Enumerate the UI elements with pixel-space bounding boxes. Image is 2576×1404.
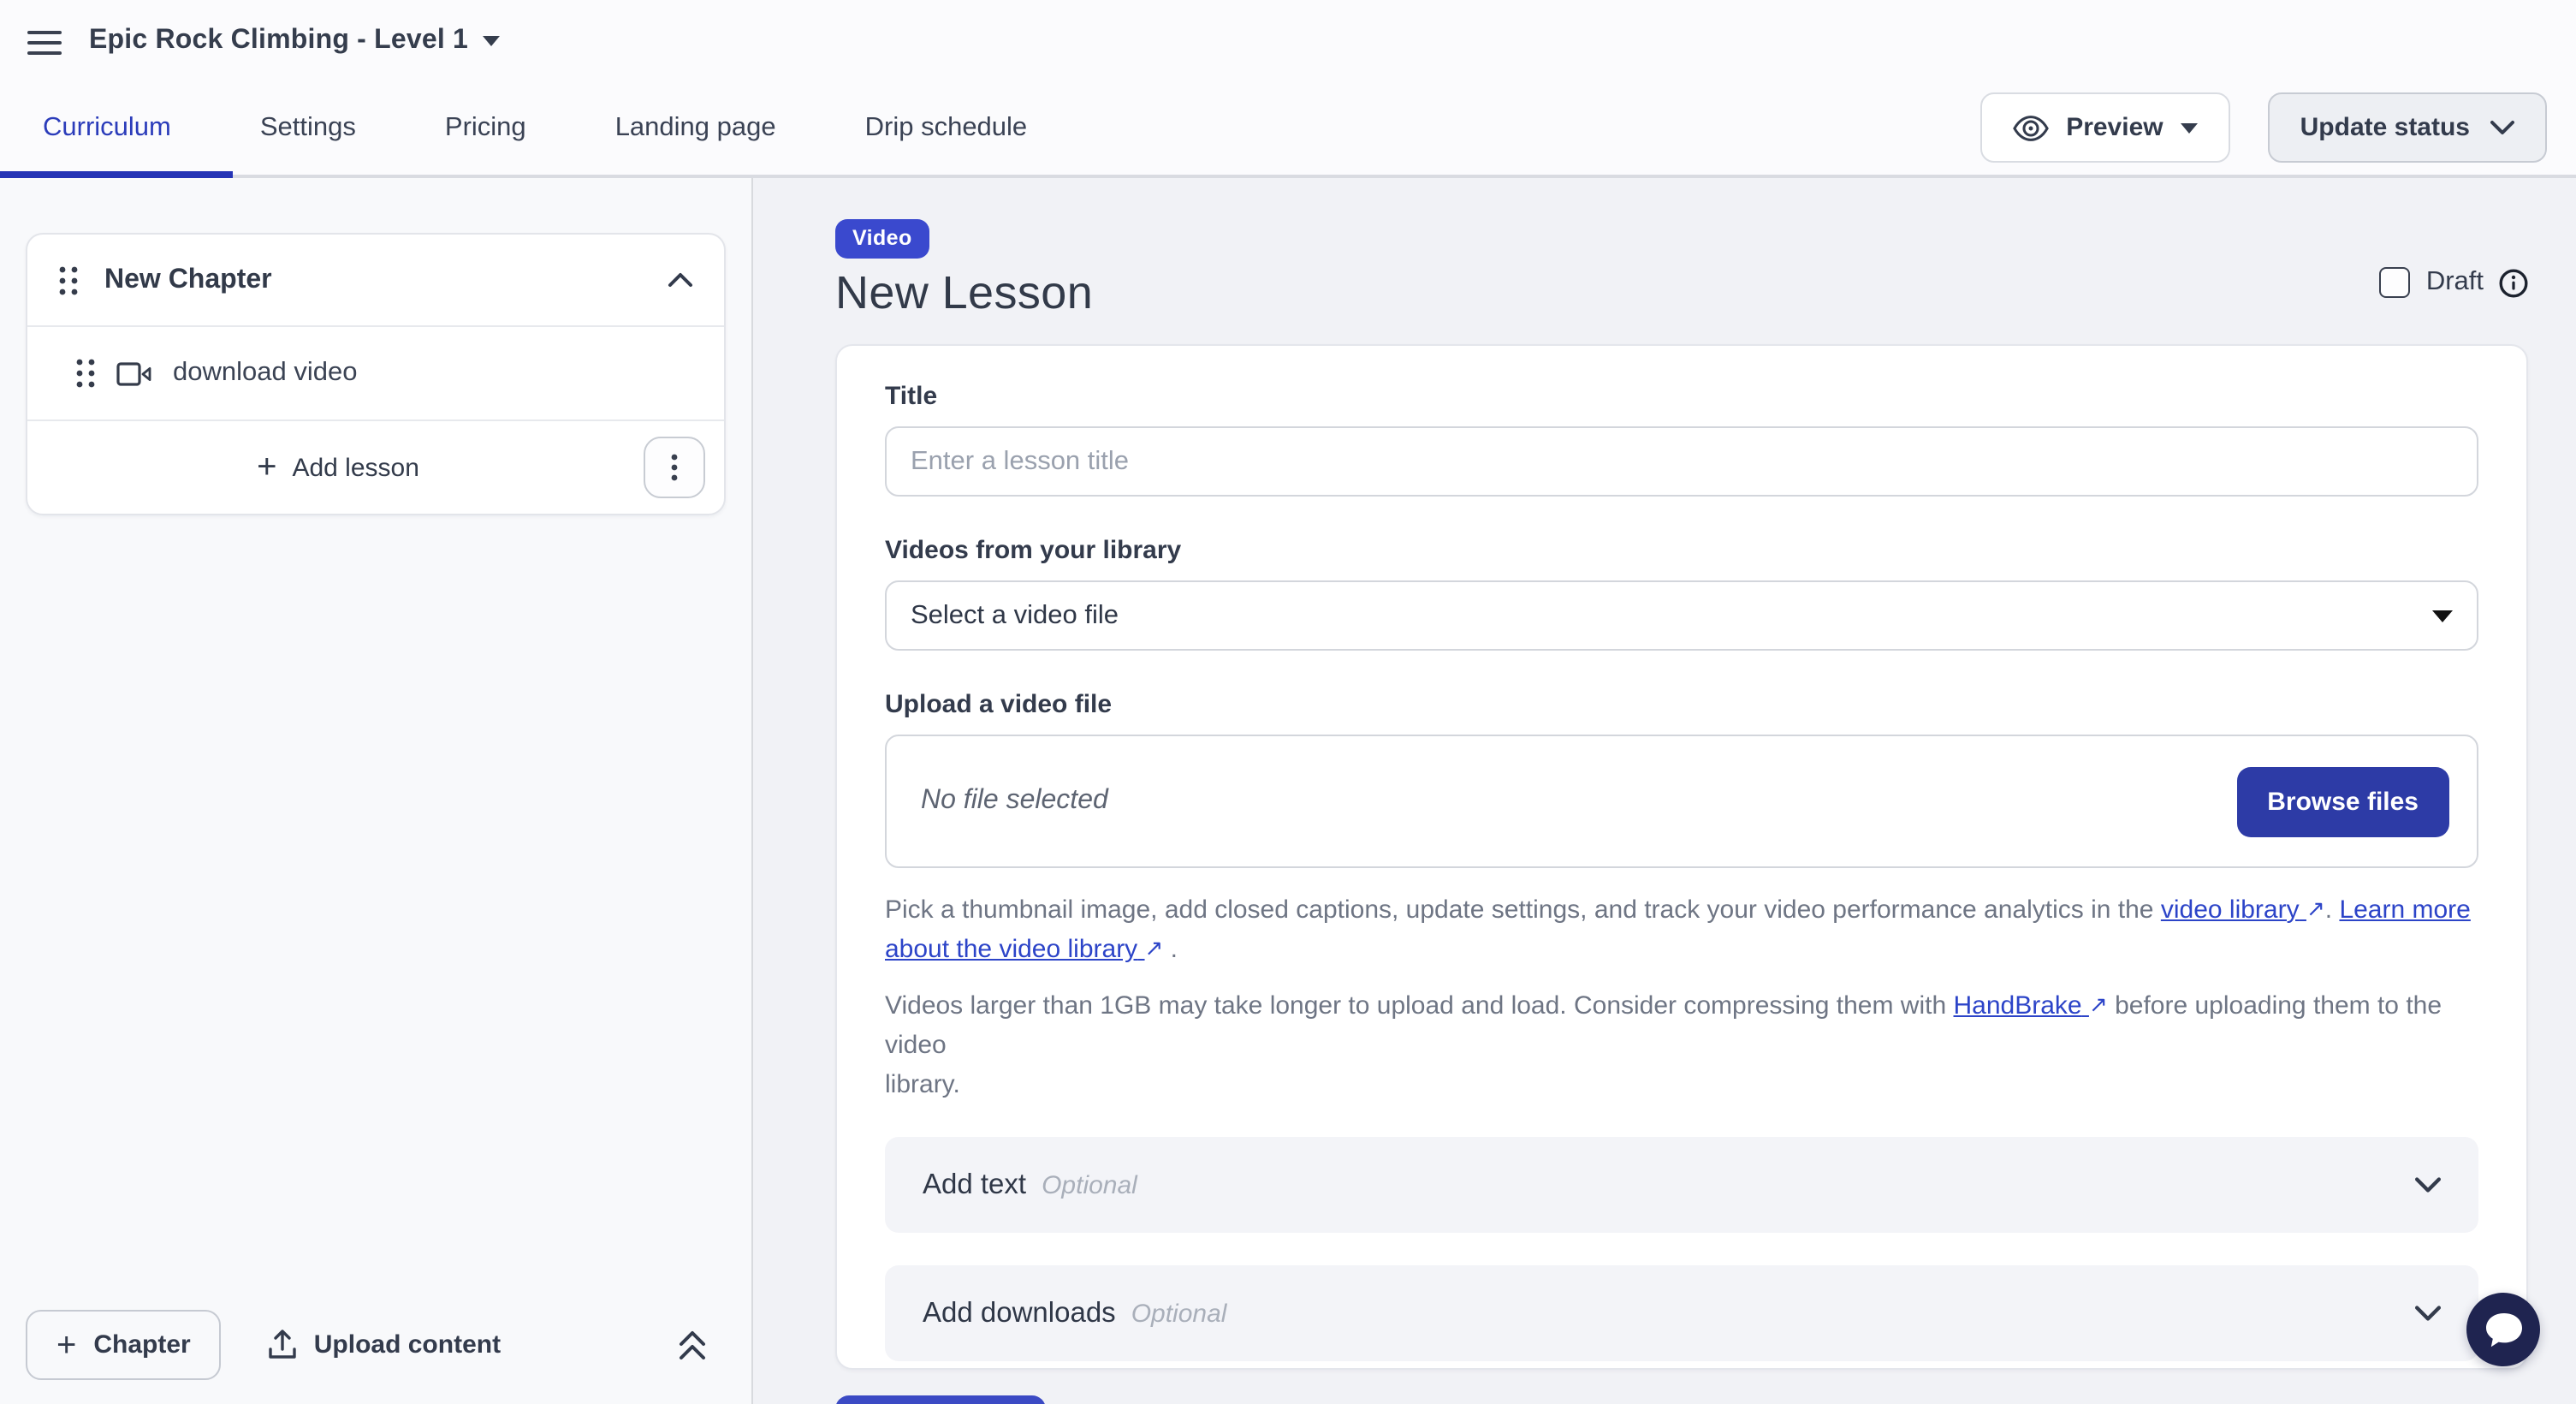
video-library-select-value: Select a video file bbox=[911, 600, 1119, 631]
plus-icon: + bbox=[257, 450, 276, 485]
video-library-link[interactable]: video library ↗ bbox=[2161, 895, 2325, 925]
tab-drip-schedule[interactable]: Drip schedule bbox=[821, 80, 1072, 175]
chat-bubble-icon bbox=[2483, 1311, 2524, 1348]
tab-bar: Curriculum Settings Pricing Landing page… bbox=[0, 80, 2576, 178]
drag-handle-icon[interactable] bbox=[58, 265, 79, 295]
lesson-item[interactable]: download video bbox=[27, 327, 724, 419]
eye-icon bbox=[2013, 114, 2049, 141]
upload-icon bbox=[268, 1329, 299, 1361]
add-downloads-section[interactable]: Add downloads Optional bbox=[885, 1266, 2478, 1362]
active-tab-underline bbox=[0, 171, 233, 178]
video-help-text-1: Pick a thumbnail image, add closed capti… bbox=[885, 890, 2478, 970]
course-builder-app: Epic Rock Climbing - Level 1 Curriculum … bbox=[0, 0, 2576, 1404]
caret-down-icon bbox=[482, 35, 499, 45]
header-actions: Preview Update status bbox=[1980, 92, 2576, 163]
video-help-text-2: Videos larger than 1GB may take longer t… bbox=[885, 985, 2478, 1105]
handbrake-link[interactable]: HandBrake ↗ bbox=[1954, 991, 2108, 1020]
update-status-button[interactable]: Update status bbox=[2268, 92, 2547, 163]
tab-curriculum[interactable]: Curriculum bbox=[0, 80, 216, 175]
tab-landing-page[interactable]: Landing page bbox=[571, 80, 821, 175]
title-field-group: Title bbox=[885, 382, 2478, 497]
draft-checkbox[interactable] bbox=[2380, 267, 2411, 298]
sidebar-footer: + Chapter Upload content bbox=[26, 1310, 726, 1380]
title-label: Title bbox=[885, 382, 2478, 411]
select-caret-icon bbox=[2432, 610, 2453, 622]
lesson-editor: Video New Lesson Draft Title bbox=[753, 178, 2576, 1404]
add-text-section[interactable]: Add text Optional bbox=[885, 1138, 2478, 1234]
chevron-down-icon bbox=[2415, 1306, 2441, 1323]
optional-label: Optional bbox=[1042, 1171, 1137, 1200]
add-lesson-button[interactable]: + Add lesson bbox=[257, 450, 419, 485]
add-text-label: Add text bbox=[923, 1169, 1026, 1202]
lesson-header: Video New Lesson Draft bbox=[835, 219, 2528, 320]
chevron-down-icon bbox=[2415, 1177, 2441, 1194]
lesson-form-card: Title Videos from your library Select a … bbox=[835, 344, 2528, 1371]
draft-toggle: Draft bbox=[2380, 267, 2528, 298]
drag-handle-icon[interactable] bbox=[75, 358, 96, 389]
browse-files-button[interactable]: Browse files bbox=[2236, 766, 2449, 836]
chapter-card: New Chapter download video bbox=[26, 233, 726, 515]
hamburger-menu-icon[interactable] bbox=[27, 30, 62, 54]
curriculum-sidebar: New Chapter download video bbox=[0, 178, 753, 1404]
upload-field-group: Upload a video file No file selected Bro… bbox=[885, 690, 2478, 1105]
course-switcher[interactable]: Epic Rock Climbing - Level 1 bbox=[89, 25, 499, 56]
upload-content-button[interactable]: Upload content bbox=[268, 1329, 501, 1361]
file-dropzone[interactable]: No file selected Browse files bbox=[885, 735, 2478, 868]
upload-content-label: Upload content bbox=[314, 1330, 501, 1359]
library-field-group: Videos from your library Select a video … bbox=[885, 536, 2478, 651]
tab-settings[interactable]: Settings bbox=[216, 80, 401, 175]
topbar: Epic Rock Climbing - Level 1 bbox=[0, 0, 2576, 80]
kebab-menu-icon bbox=[671, 454, 678, 481]
add-lesson-row: + Add lesson bbox=[27, 421, 724, 514]
update-status-label: Update status bbox=[2300, 113, 2470, 142]
course-title: Epic Rock Climbing - Level 1 bbox=[89, 25, 468, 56]
tab-pricing[interactable]: Pricing bbox=[401, 80, 571, 175]
lesson-title-input[interactable] bbox=[885, 426, 2478, 497]
add-lesson-label: Add lesson bbox=[292, 453, 418, 482]
chevron-down-icon bbox=[2490, 120, 2514, 135]
library-label: Videos from your library bbox=[885, 536, 2478, 565]
collapse-all-button[interactable] bbox=[678, 1330, 707, 1360]
caret-down-icon bbox=[2181, 122, 2198, 133]
chapter-header[interactable]: New Chapter bbox=[27, 235, 724, 325]
chevron-up-icon[interactable] bbox=[668, 272, 693, 288]
add-downloads-label: Add downloads bbox=[923, 1298, 1116, 1330]
save-lesson-button[interactable]: Save lesson bbox=[835, 1396, 1045, 1404]
video-camera-icon bbox=[116, 360, 152, 386]
no-file-text: No file selected bbox=[921, 786, 1108, 817]
plus-icon: + bbox=[56, 1328, 76, 1362]
preview-label: Preview bbox=[2066, 113, 2163, 142]
tabs: Curriculum Settings Pricing Landing page… bbox=[0, 80, 1071, 175]
external-link-icon: ↗ bbox=[2306, 892, 2325, 926]
video-library-select[interactable]: Select a video file bbox=[885, 580, 2478, 651]
double-chevron-up-icon bbox=[678, 1330, 707, 1360]
lesson-title: download video bbox=[173, 358, 357, 389]
external-link-icon: ↗ bbox=[1145, 932, 1164, 967]
chat-widget-button[interactable] bbox=[2466, 1293, 2540, 1366]
info-icon[interactable] bbox=[2499, 268, 2528, 297]
optional-label: Optional bbox=[1131, 1300, 1227, 1329]
external-link-icon: ↗ bbox=[2089, 987, 2108, 1021]
upload-label: Upload a video file bbox=[885, 690, 2478, 719]
preview-button[interactable]: Preview bbox=[1980, 92, 2229, 163]
chapter-title: New Chapter bbox=[104, 265, 272, 295]
chapter-options-button[interactable] bbox=[644, 437, 705, 498]
content: New Chapter download video bbox=[0, 178, 2576, 1404]
draft-label: Draft bbox=[2426, 267, 2484, 298]
add-chapter-label: Chapter bbox=[93, 1330, 190, 1359]
lesson-page-title: New Lesson bbox=[835, 267, 1093, 320]
add-chapter-button[interactable]: + Chapter bbox=[26, 1310, 222, 1380]
lesson-type-badge: Video bbox=[835, 219, 929, 259]
